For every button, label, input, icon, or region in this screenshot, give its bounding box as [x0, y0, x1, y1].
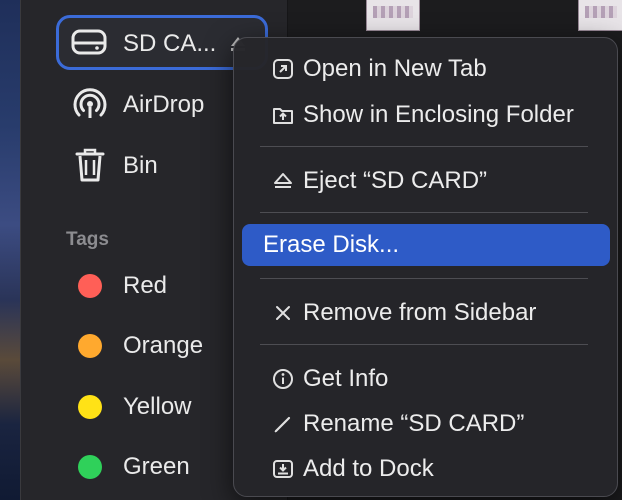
menu-item-get-info[interactable]: Get Info	[242, 358, 610, 400]
enclosing-folder-icon	[270, 102, 296, 128]
menu-separator	[260, 278, 588, 279]
menu-item-show-in-enclosing-folder[interactable]: Show in Enclosing Folder	[242, 94, 610, 136]
desktop-background	[0, 0, 20, 500]
menu-separator	[260, 344, 588, 345]
menu-item-label: Show in Enclosing Folder	[303, 101, 574, 128]
menu-item-rename[interactable]: Rename “SD CARD”	[242, 403, 610, 445]
pencil-icon	[270, 411, 296, 437]
menu-separator	[260, 212, 588, 213]
info-icon	[270, 366, 296, 392]
menu-item-label: Eject “SD CARD”	[303, 167, 488, 194]
menu-item-label: Rename “SD CARD”	[303, 410, 525, 437]
remove-x-icon	[270, 300, 296, 326]
eject-icon	[270, 168, 296, 194]
menu-item-open-in-new-tab[interactable]: Open in New Tab	[242, 48, 610, 90]
tag-orange-dot	[78, 334, 102, 358]
menu-item-eject[interactable]: Eject “SD CARD”	[242, 160, 610, 202]
menu-item-remove-from-sidebar[interactable]: Remove from Sidebar	[242, 292, 610, 334]
file-thumbnail[interactable]	[578, 0, 622, 31]
file-thumbnail[interactable]	[366, 0, 420, 31]
menu-item-add-to-dock[interactable]: Add to Dock	[242, 448, 610, 490]
context-menu: Open in New Tab Show in Enclosing Folder…	[233, 37, 618, 497]
trash-icon	[70, 145, 110, 185]
sidebar-item-label: Bin	[123, 152, 158, 179]
sidebar-item-label: AirDrop	[123, 91, 205, 118]
tag-red[interactable]: Red	[123, 272, 167, 300]
menu-item-label: Open in New Tab	[303, 55, 487, 82]
menu-item-label: Get Info	[303, 365, 389, 392]
new-tab-icon	[270, 56, 296, 82]
tag-green[interactable]: Green	[123, 453, 190, 481]
tag-yellow-dot	[78, 395, 102, 419]
airdrop-icon	[70, 84, 110, 124]
menu-item-label: Erase Disk...	[263, 231, 400, 258]
menu-item-erase-disk[interactable]: Erase Disk...	[242, 224, 610, 266]
tag-red-dot	[78, 274, 102, 298]
tag-yellow[interactable]: Yellow	[123, 393, 192, 421]
tag-orange[interactable]: Orange	[123, 332, 203, 360]
menu-separator	[260, 146, 588, 147]
drive-icon	[69, 22, 109, 62]
menu-item-label: Remove from Sidebar	[303, 299, 537, 326]
tag-green-dot	[78, 455, 102, 479]
menu-item-label: Add to Dock	[303, 455, 434, 482]
tags-section-heading: Tags	[66, 229, 109, 250]
add-to-dock-icon	[270, 456, 296, 482]
sidebar-item-label: SD CA...	[123, 30, 217, 57]
